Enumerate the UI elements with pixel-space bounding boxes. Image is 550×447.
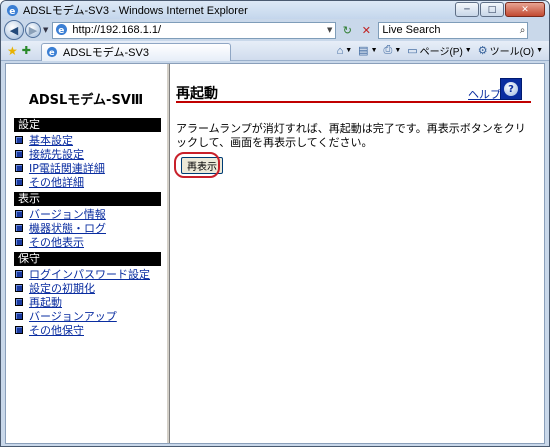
home-icon: ⌂	[336, 44, 344, 57]
reload-button[interactable]: 再表示	[181, 157, 223, 174]
question-mark-icon: ?	[504, 82, 518, 96]
sidebar-item-connection-settings[interactable]: 接続先設定	[14, 147, 161, 161]
sidebar-item-other-maintenance[interactable]: その他保守	[14, 323, 161, 337]
minimize-button[interactable]: ─	[455, 2, 479, 17]
menu-header-maintenance: 保守	[14, 252, 161, 266]
sidebar-item-label[interactable]: その他詳細	[29, 174, 84, 190]
stop-button[interactable]: ✕	[358, 22, 374, 38]
close-button[interactable]: ✕	[505, 2, 545, 17]
address-bar[interactable]: e http://192.168.1.1/ ▼	[52, 21, 337, 39]
address-row: ◀ ▶ ▼ e http://192.168.1.1/ ▼ ↻ ✕ Live S…	[1, 19, 549, 41]
tab-page-icon: e	[46, 46, 59, 59]
bullet-icon	[15, 270, 23, 278]
title-divider	[176, 101, 531, 103]
page-icon: e	[55, 23, 69, 37]
left-frame: ADSLモデム-SVⅢ 設定 基本設定 接続先設定 IP電話関連詳細 その他詳細…	[6, 64, 166, 443]
frame-divider[interactable]	[166, 64, 170, 443]
star-icon[interactable]: ★	[7, 44, 18, 58]
maximize-button[interactable]: □	[480, 2, 504, 17]
title-bar: e ADSLモデム-SV3 - Windows Internet Explore…	[1, 1, 549, 19]
history-dropdown-icon[interactable]: ▼	[43, 26, 48, 34]
bullet-icon	[15, 178, 23, 186]
menu-header-display: 表示	[14, 192, 161, 206]
restart-message: アラームランプが消灯すれば、再起動は完了です。再表示ボタンをクリックして、画面を…	[176, 122, 526, 149]
page-title: 再起動	[176, 86, 218, 102]
gear-icon: ⚙	[477, 45, 488, 57]
sidebar-item-other-details[interactable]: その他詳細	[14, 175, 161, 189]
bullet-icon	[15, 284, 23, 292]
sidebar-item-restart[interactable]: 再起動	[14, 295, 161, 309]
sidebar-item-label[interactable]: その他保守	[29, 322, 84, 338]
window-title: ADSLモデム-SV3 - Windows Internet Explorer	[23, 5, 248, 17]
refresh-icon: ↻	[342, 23, 352, 37]
browser-tab[interactable]: e ADSLモデム-SV3	[40, 42, 231, 61]
sidebar-item-label[interactable]: その他表示	[29, 234, 84, 250]
menu-header-settings: 設定	[14, 118, 161, 132]
svg-text:e: e	[49, 47, 55, 57]
page-icon: ▭	[407, 45, 418, 57]
command-bar: ⌂ ▼ ▤ ▼ ⎙ ▼ ▭ ページ(P) ▼ ⚙ ツール(O) ▼	[337, 43, 543, 58]
url-text[interactable]: http://192.168.1.1/	[72, 24, 161, 36]
svg-text:e: e	[9, 7, 15, 17]
print-icon: ⎙	[383, 44, 393, 56]
home-button[interactable]: ⌂ ▼	[337, 45, 353, 57]
sidebar-item-version-info[interactable]: バージョン情報	[14, 207, 161, 221]
sidebar-item-firmware-update[interactable]: バージョンアップ	[14, 309, 161, 323]
help-link[interactable]: ヘルプ	[468, 86, 501, 102]
bullet-icon	[15, 238, 23, 246]
chevron-down-icon[interactable]: ▼	[327, 26, 332, 34]
right-frame: 再起動 ヘルプ ? アラームランプが消灯すれば、再起動は完了です。再表示ボタンを…	[171, 64, 544, 443]
print-button[interactable]: ⎙ ▼	[384, 44, 402, 57]
tools-menu[interactable]: ⚙ ツール(O) ▼	[478, 43, 543, 58]
sidebar-item-basic-settings[interactable]: 基本設定	[14, 133, 161, 147]
refresh-button[interactable]: ↻	[339, 22, 355, 38]
page-menu[interactable]: ▭ ページ(P) ▼	[407, 43, 471, 58]
sidebar-item-login-password[interactable]: ログインパスワード設定	[14, 267, 161, 281]
page-menu-label[interactable]: ページ(P)	[420, 43, 463, 58]
forward-arrow-icon: ▶	[28, 23, 38, 37]
search-icon[interactable]: ⌕	[520, 25, 526, 36]
sidebar-item-other-display[interactable]: その他表示	[14, 235, 161, 249]
stop-icon: ✕	[361, 23, 371, 37]
back-button[interactable]: ◀	[4, 20, 24, 40]
sidebar-item-factory-reset[interactable]: 設定の初期化	[14, 281, 161, 295]
bullet-icon	[15, 164, 23, 172]
bullet-icon	[15, 150, 23, 158]
bullet-icon	[15, 224, 23, 232]
tools-menu-label[interactable]: ツール(O)	[490, 43, 534, 58]
bullet-icon	[15, 312, 23, 320]
window-controls: ─ □ ✕	[455, 2, 545, 17]
bullet-icon	[15, 326, 23, 334]
product-logo: ADSLモデム-SVⅢ	[28, 93, 144, 108]
tab-title[interactable]: ADSLモデム-SV3	[63, 44, 149, 60]
add-favorite-icon[interactable]: ✚	[22, 44, 31, 57]
tab-toolbar-row: ★ ✚ e ADSLモデム-SV3 ⌂ ▼ ▤ ▼ ⎙ ▼ ▭ ページ(P) ▼ ⚙ ツール…	[1, 41, 549, 61]
svg-text:e: e	[59, 26, 65, 36]
feeds-icon: ▤	[358, 45, 369, 57]
page-viewport: ADSLモデム-SVⅢ 設定 基本設定 接続先設定 IP電話関連詳細 その他詳細…	[5, 63, 545, 444]
back-arrow-icon: ◀	[9, 23, 19, 37]
bullet-icon	[15, 210, 23, 218]
sidebar-item-device-status-log[interactable]: 機器状態・ログ	[14, 221, 161, 235]
bullet-icon	[15, 298, 23, 306]
search-input[interactable]: Live Search ⌕	[378, 21, 529, 39]
ie-logo-icon: e	[5, 3, 19, 17]
help-icon[interactable]: ?	[500, 78, 522, 100]
bullet-icon	[15, 136, 23, 144]
sidebar-menu: 設定 基本設定 接続先設定 IP電話関連詳細 その他詳細 表示 バージョン情報 …	[14, 118, 161, 337]
browser-window: e ADSLモデム-SV3 - Windows Internet Explore…	[0, 0, 550, 447]
feeds-button[interactable]: ▤ ▼	[358, 44, 377, 57]
search-placeholder[interactable]: Live Search	[382, 24, 440, 36]
forward-button[interactable]: ▶	[25, 22, 41, 38]
sidebar-item-ip-phone-details[interactable]: IP電話関連詳細	[14, 161, 161, 175]
